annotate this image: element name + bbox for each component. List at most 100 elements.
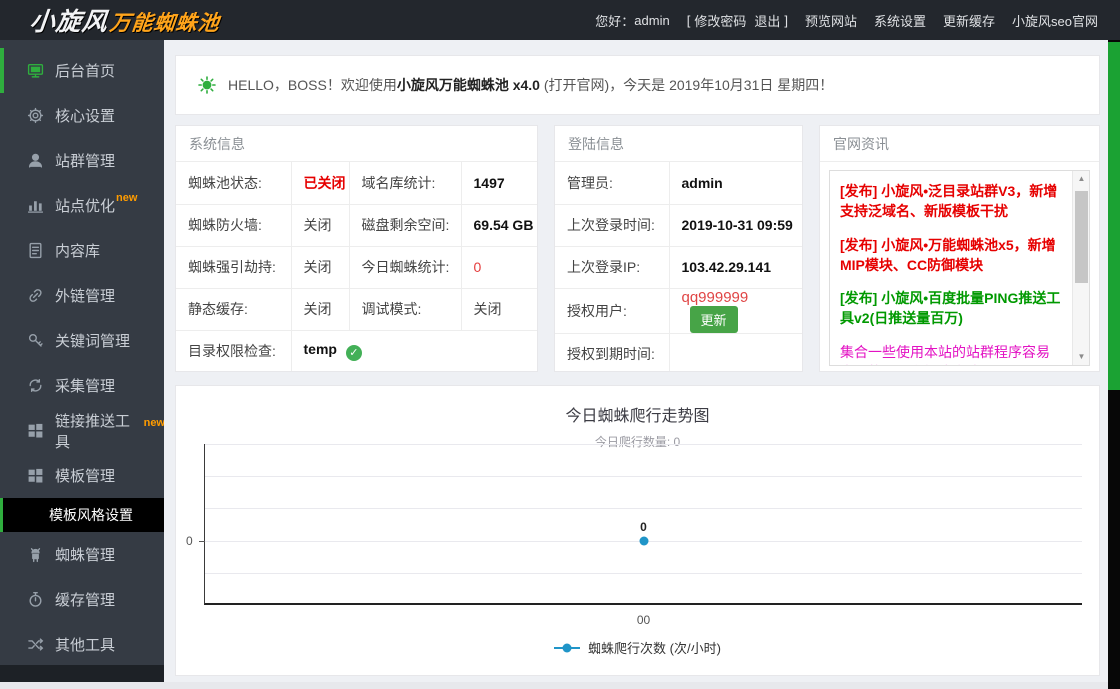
refresh-cache-link[interactable]: 更新缓存 <box>943 11 995 30</box>
sidebar-item-template-manage[interactable]: 模板管理 <box>0 453 164 498</box>
sidebar-item-site-optimize[interactable]: 站点优化 new <box>0 183 164 228</box>
sidebar-item-link-push-tools[interactable]: 链接推送工具 new <box>0 408 165 453</box>
data-point[interactable] <box>639 536 648 546</box>
gridline <box>205 573 1082 574</box>
page-scrollbar[interactable] <box>1108 40 1120 689</box>
page-scrollbar-thumb[interactable] <box>1108 42 1120 390</box>
news-link[interactable]: [发布] 小旋风•泛目录站群V3，新增支持泛域名、新版模板干扰 <box>840 181 1061 222</box>
chart-plot-area: 0 0 00 <box>186 444 1082 627</box>
user-icon <box>27 152 44 169</box>
change-password-link[interactable]: 修改密码 <box>694 11 746 30</box>
sidebar-item-external-links[interactable]: 外链管理 <box>0 273 164 318</box>
table-row: 授权到期时间: <box>555 333 802 371</box>
official-site-link[interactable]: 小旋风seo官网 <box>1012 11 1098 30</box>
table-row: 蜘蛛池状态: 已关闭 域名库统计: 1497 <box>176 162 537 205</box>
system-settings-link[interactable]: 系统设置 <box>874 11 926 30</box>
news-link[interactable]: [发布] 小旋风•万能蜘蛛池x5，新增MIP模块、CC防御模块 <box>840 235 1061 276</box>
data-point-label: 0 <box>640 520 647 534</box>
chart-legend[interactable]: 蜘蛛爬行次数 (次/小时) <box>176 638 1099 657</box>
table-row: 上次登录时间: 2019-10-31 09:59 <box>555 204 802 247</box>
table-row: 蜘蛛强引劫持: 关闭 今日蜘蛛统计: 0 <box>176 246 537 289</box>
legend-dot-icon <box>562 643 572 652</box>
link-icon <box>27 287 44 304</box>
spider-trend-chart-panel: 今日蜘蛛爬行走势图 今日爬行数量: 0 0 0 00 蜘蛛爬行次数 (次/小时) <box>175 385 1100 676</box>
table-row: 目录权限检查: temp ✓ <box>176 330 537 371</box>
legend-label: 蜘蛛爬行次数 (次/小时) <box>588 641 721 656</box>
gear-icon <box>27 107 44 124</box>
gridline <box>205 444 1082 445</box>
bracket-open: [ <box>686 12 691 28</box>
hijack-status-value: 关闭 <box>290 246 349 289</box>
product-name: 小旋风万能蜘蛛池 x4.0 <box>396 77 540 93</box>
sidebar-item-site-group[interactable]: 站群管理 <box>0 138 164 183</box>
last-login-time-value: 2019-10-31 09:59 <box>668 204 802 247</box>
y-axis-tick-mark <box>199 541 205 542</box>
gridline <box>205 476 1082 477</box>
spider-pool-status-value: 已关闭 <box>290 162 349 205</box>
scrollbar-thumb[interactable] <box>1075 191 1088 283</box>
new-badge: new <box>116 191 138 204</box>
legend-marker <box>554 643 581 653</box>
debug-mode-value: 关闭 <box>460 288 537 331</box>
news-scrollbar[interactable]: ▲ ▼ <box>1072 171 1089 365</box>
grid-icon <box>27 422 44 439</box>
scroll-down-arrow-icon[interactable]: ▼ <box>1073 349 1089 365</box>
panel-title: 登陆信息 <box>555 126 802 162</box>
sidebar: 后台首页 核心设置 站群管理 站点优化 new 内容库 外链管理 关键词管理 采… <box>0 40 165 667</box>
shuffle-icon <box>27 636 44 653</box>
disk-space-value: 69.54 GB <box>460 204 537 247</box>
scroll-up-arrow-icon[interactable]: ▲ <box>1073 171 1089 187</box>
top-bar-menu: 您好： admin [ 修改密码 退出 ] 预览网站 系统设置 更新缓存 小旋风… <box>595 11 1098 30</box>
last-login-ip-value: 103.42.29.141 <box>668 246 802 289</box>
app-window: 小旋风万能蜘蛛池 您好： admin [ 修改密码 退出 ] 预览网站 系统设置… <box>0 0 1120 689</box>
chart-title: 今日蜘蛛爬行走势图 <box>565 408 710 425</box>
current-username: admin <box>634 12 670 28</box>
sidebar-item-cache-manage[interactable]: 缓存管理 <box>0 577 164 622</box>
key-icon <box>27 332 44 349</box>
info-panels-row: 系统信息 蜘蛛池状态: 已关闭 域名库统计: 1497 蜘蛛防火墙: 关闭 磁盘… <box>175 125 1100 372</box>
top-bar: 小旋风万能蜘蛛池 您好： admin [ 修改密码 退出 ] 预览网站 系统设置… <box>0 0 1120 40</box>
preview-site-link[interactable]: 预览网站 <box>805 11 857 30</box>
logo-text-brand: 小旋风 <box>28 8 110 36</box>
system-info-table: 蜘蛛池状态: 已关闭 域名库统计: 1497 蜘蛛防火墙: 关闭 磁盘剩余空间:… <box>176 162 537 371</box>
table-row: 授权用户: qq999999 更新 <box>555 288 802 334</box>
y-axis-tick-label: 0 <box>186 534 193 548</box>
today-spider-count-value: 0 <box>460 246 537 289</box>
open-official-site-link[interactable]: (打开官网) <box>544 75 609 95</box>
sidebar-item-collection[interactable]: 采集管理 <box>0 363 164 408</box>
admin-name-value: admin <box>668 162 802 205</box>
logout-link[interactable]: 退出 <box>754 11 780 30</box>
news-list: [发布] 小旋风•泛目录站群V3，新增支持泛域名、新版模板干扰 [发布] 小旋风… <box>829 170 1090 366</box>
table-row: 上次登录IP: 103.42.29.141 <box>555 246 802 289</box>
sidebar-item-template-style-settings[interactable]: 模板风格设置 <box>0 498 164 532</box>
check-circle-icon: ✓ <box>345 345 362 362</box>
panel-title: 官网资讯 <box>820 126 1099 162</box>
new-badge: new <box>143 416 165 429</box>
sidebar-item-dashboard[interactable]: 后台首页 <box>0 48 164 93</box>
update-button[interactable]: 更新 <box>689 305 738 333</box>
login-info-panel: 登陆信息 管理员: admin 上次登录时间: 2019-10-31 09:59… <box>554 125 803 372</box>
static-cache-status-value: 关闭 <box>290 288 349 331</box>
app-logo: 小旋风万能蜘蛛池 <box>28 2 222 38</box>
x-axis-tick-label: 00 <box>636 613 651 627</box>
welcome-banner: HELLO，BOSS！欢迎使用 小旋风万能蜘蛛池 x4.0 (打开官网) ，今天… <box>175 55 1100 115</box>
bracket-close: ] <box>784 12 788 28</box>
system-info-panel: 系统信息 蜘蛛池状态: 已关闭 域名库统计: 1497 蜘蛛防火墙: 关闭 磁盘… <box>175 125 538 372</box>
logo-text-product: 万能蜘蛛池 <box>108 12 221 35</box>
table-row: 蜘蛛防火墙: 关闭 磁盘剩余空间: 69.54 GB <box>176 204 537 247</box>
sidebar-item-core-settings[interactable]: 核心设置 <box>0 93 164 138</box>
bar-chart-icon <box>27 197 44 214</box>
footer-strip <box>0 682 1108 689</box>
dir-permission-value: temp <box>303 341 337 358</box>
news-link[interactable]: [发布] 小旋风•百度批量PING推送工具v2(日推送量百万) <box>840 288 1061 329</box>
news-link[interactable]: 集合一些使用本站的站群程序容易出现的问题和解决方法 <box>840 342 1061 365</box>
sidebar-item-other-tools[interactable]: 其他工具 <box>0 622 164 667</box>
sidebar-item-keywords[interactable]: 关键词管理 <box>0 318 164 363</box>
sidebar-item-spider-manage[interactable]: 蜘蛛管理 <box>0 532 164 577</box>
document-icon <box>27 242 44 259</box>
sync-icon <box>27 377 44 394</box>
sidebar-item-content-library[interactable]: 内容库 <box>0 228 164 273</box>
monitor-icon <box>27 62 44 79</box>
gridline <box>205 508 1082 509</box>
table-row: 管理员: admin <box>555 162 802 205</box>
